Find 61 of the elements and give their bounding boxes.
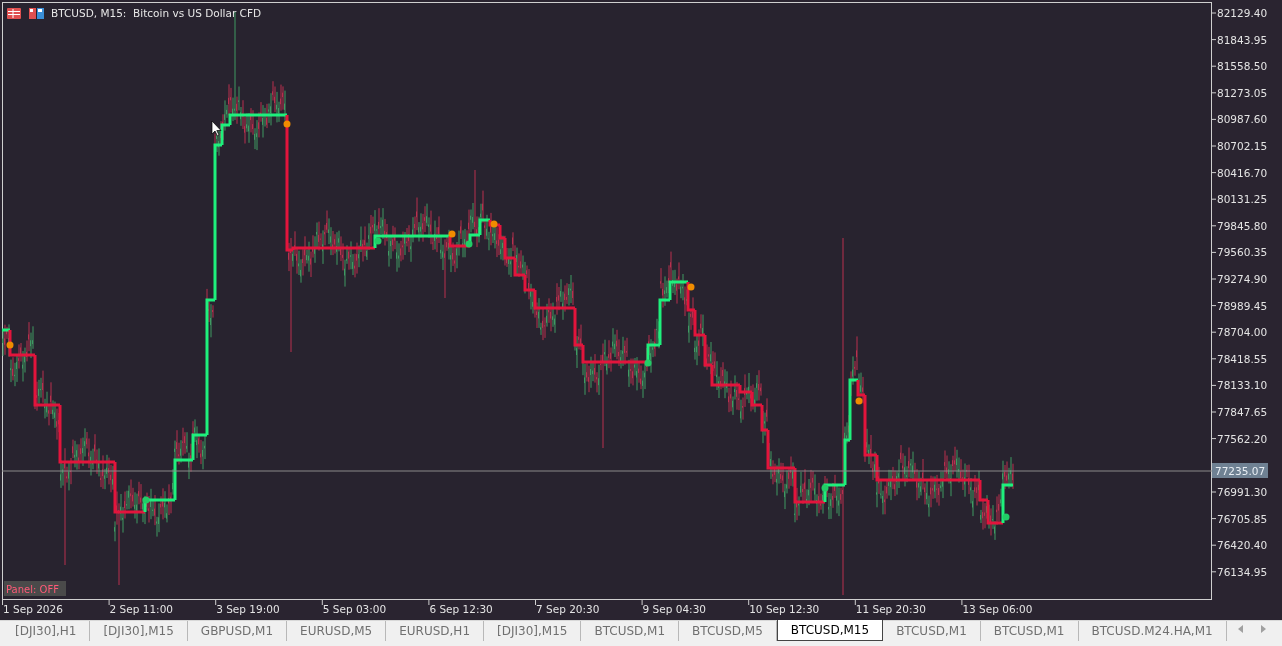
time-axis-label: 5 Sep 03:00 [321, 599, 387, 615]
price-axis-label: 78133.10 [1211, 379, 1268, 392]
price-axis-label: 80131.25 [1211, 193, 1268, 206]
chart-tab[interactable]: GBPUSD,M1 [187, 621, 288, 641]
chart-tab[interactable]: BTCUSD,M1 [980, 621, 1079, 641]
chart-tab[interactable]: [DJI30],M15 [90, 621, 188, 641]
time-axis-label: 7 Sep 20:30 [535, 599, 600, 615]
chart-tab[interactable]: BTCUSD,M1 [581, 621, 680, 641]
price-axis-label: 80416.70 [1211, 166, 1268, 179]
chart-tab[interactable]: [DJI30],M15 [484, 621, 582, 641]
chart-window-icon[interactable] [29, 8, 44, 19]
price-axis-label: 80987.60 [1211, 113, 1268, 126]
price-axis-label: 79274.90 [1211, 273, 1268, 285]
sell-signal-dot [490, 220, 498, 228]
price-axis-label: 78989.45 [1211, 299, 1268, 312]
price-axis-label: 76420.40 [1211, 539, 1268, 552]
price-axis-label: 81273.05 [1211, 86, 1268, 99]
price-axis-label: 76705.85 [1211, 512, 1268, 525]
buy-signal-dot [374, 237, 382, 245]
sell-signal-dot [855, 397, 863, 405]
price-axis-label: 76991.30 [1211, 486, 1268, 498]
time-axis-label: 6 Sep 12:30 [428, 599, 493, 615]
chart-tab[interactable]: BTCUSD,M5 [679, 621, 777, 641]
sell-signal-dot [687, 283, 695, 291]
buy-signal-dot [1002, 513, 1010, 521]
sell-signal-dot [448, 230, 456, 238]
buy-signal-dot [142, 496, 150, 504]
panel-toggle-button[interactable]: Panel: OFF [4, 581, 66, 596]
sell-signal-dot [6, 341, 14, 349]
chart-tab[interactable]: BTCUSD,M1 [883, 621, 981, 641]
chart-tab[interactable]: EURUSD,H1 [386, 621, 485, 641]
buy-signal-dot [465, 240, 473, 248]
price-axis-label: 77847.65 [1211, 406, 1268, 418]
sell-signal-dot [283, 120, 291, 128]
price-axis-label: 78418.55 [1211, 352, 1268, 365]
current-price-label: 77235.07 [1212, 463, 1268, 478]
chart-tab[interactable]: EURUSD,M5 [287, 621, 387, 641]
time-axis-label: 1 Sep 2026 [2, 599, 63, 615]
time-axis-label: 11 Sep 20:30 [854, 599, 926, 615]
time-axis-label: 10 Sep 12:30 [748, 599, 820, 615]
price-axis-label: 81558.50 [1211, 60, 1268, 73]
price-axis-label: 79845.80 [1211, 219, 1268, 232]
price-axis-label: 81843.95 [1211, 33, 1268, 46]
chart-tab[interactable]: BTCUSD,M15 [776, 620, 884, 641]
chart-title: BTCUSD, M15: Bitcoin vs US Dollar CFD [51, 7, 262, 19]
price-axis-label: 79560.35 [1211, 246, 1268, 259]
time-axis-label: 13 Sep 06:00 [961, 599, 1033, 615]
buy-signal-dot [644, 359, 652, 367]
chart-tab[interactable]: [DJI30],H1 [2, 621, 91, 641]
buy-signal-dot [821, 484, 829, 492]
time-axis-label: 3 Sep 19:00 [215, 599, 280, 615]
cursor-icon [211, 120, 222, 137]
chart-tab[interactable]: BTCUSD.M24.HA,M1 [1078, 621, 1227, 641]
price-axis-label: 82129.40 [1211, 7, 1268, 19]
time-axis-label: 2 Sep 11:00 [108, 599, 173, 615]
price-axis-label: 77562.20 [1211, 432, 1268, 445]
table-icon[interactable] [7, 8, 21, 19]
price-axis-label: 78704.00 [1211, 326, 1268, 339]
time-axis-label: 9 Sep 04:30 [641, 599, 706, 615]
price-axis-label: 76134.95 [1211, 565, 1268, 578]
price-axis-label: 80702.15 [1211, 140, 1268, 152]
